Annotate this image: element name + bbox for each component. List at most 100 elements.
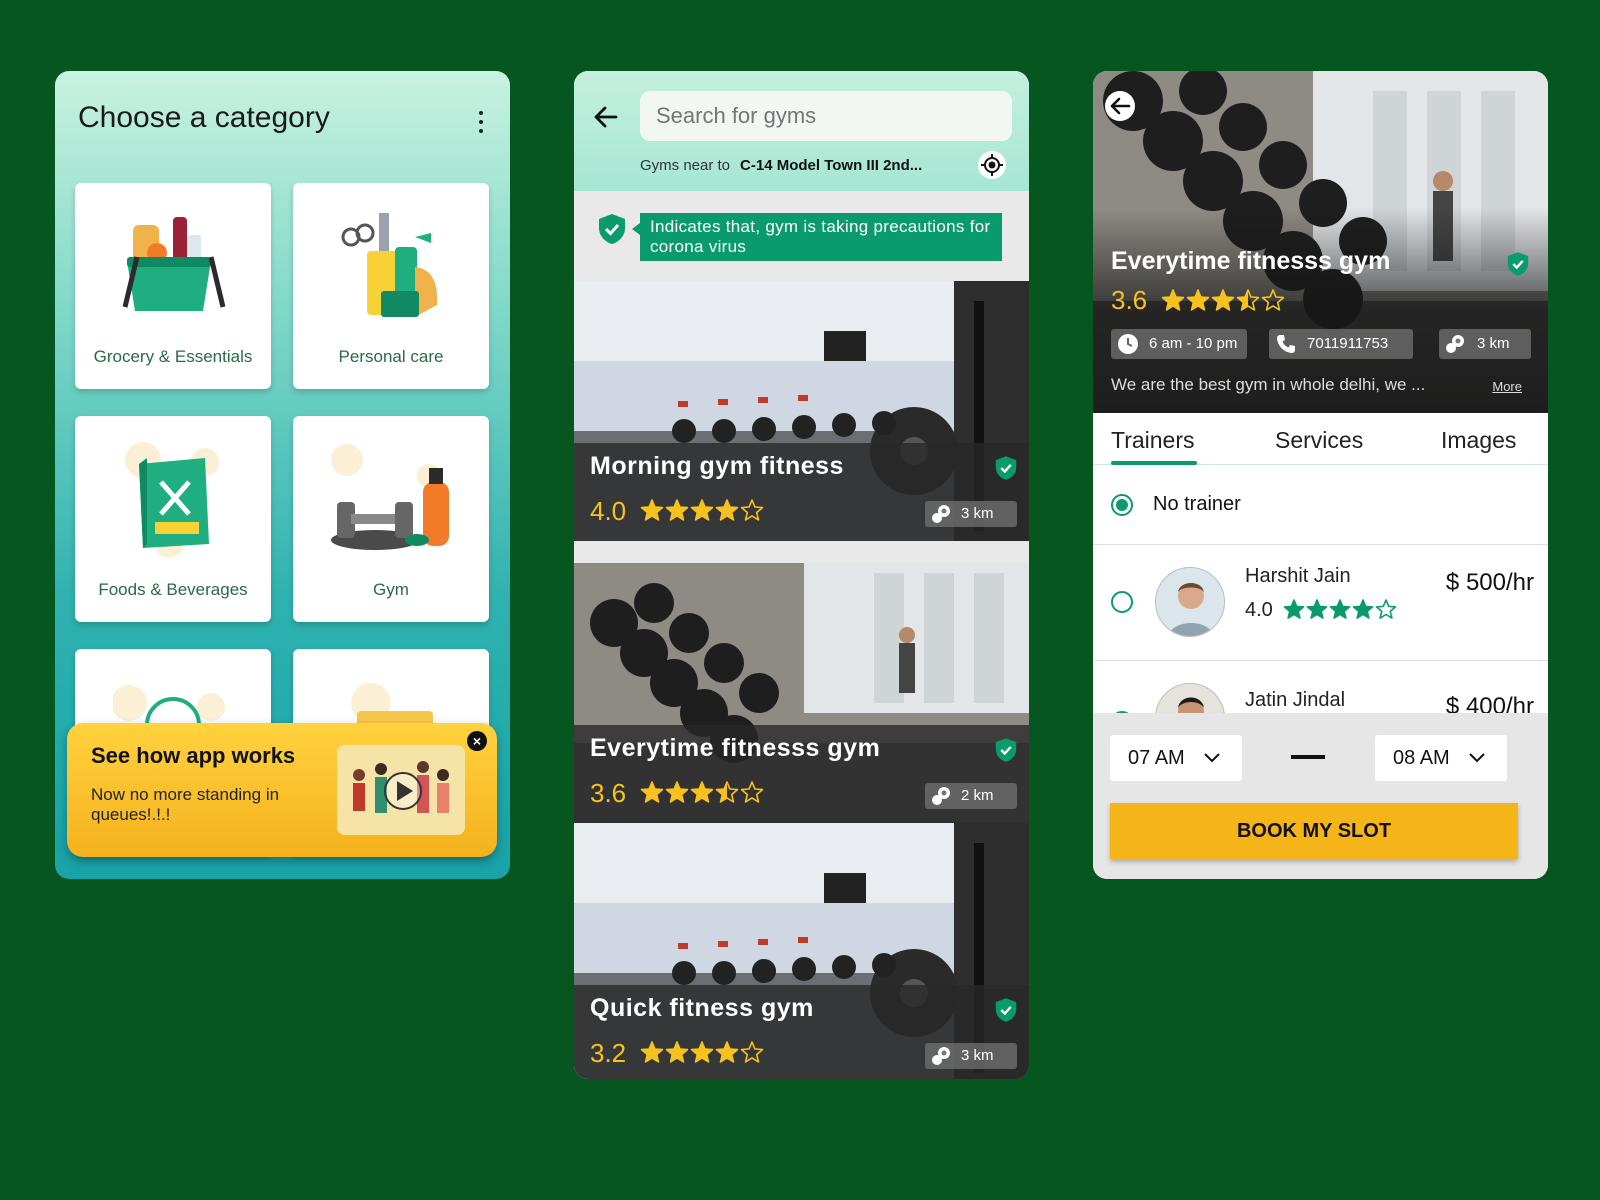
distance-text: 3 km xyxy=(1477,335,1510,352)
book-slot-button[interactable]: BOOK MY SLOT xyxy=(1110,803,1518,859)
page-title: Choose a category xyxy=(78,101,330,134)
star-icon xyxy=(1329,599,1351,619)
star-icon xyxy=(740,781,764,803)
phone-chip[interactable]: 7011911753 xyxy=(1269,329,1413,359)
no-trainer-label: No trainer xyxy=(1153,493,1241,515)
gym-card[interactable]: Everytime fitnesss gym 3.6 2 km xyxy=(574,563,1029,823)
trainer-option-none[interactable]: No trainer xyxy=(1093,465,1548,545)
grocery-basket-icon xyxy=(122,217,226,311)
category-label: Grocery & Essentials xyxy=(93,347,253,366)
people-illustration xyxy=(337,745,465,835)
star-icon xyxy=(665,499,689,521)
trainer-option[interactable]: Jatin Jindal $ 400/hr xyxy=(1093,661,1548,753)
gym-card[interactable]: Quick fitness gym 3.2 3 km xyxy=(574,823,1029,1079)
star-icon xyxy=(740,499,764,521)
trainer-price: $ 500/hr xyxy=(1445,569,1534,596)
gps-locate-icon[interactable] xyxy=(978,151,1006,179)
category-card-grocery[interactable]: Grocery & Essentials xyxy=(75,183,271,389)
tab-services[interactable]: Services xyxy=(1275,427,1363,454)
trainer-name: Harshit Jain xyxy=(1245,565,1351,587)
star-icon xyxy=(1211,289,1235,311)
gym-rating: 3.6 xyxy=(590,778,627,808)
gym-rating: 4.0 xyxy=(590,496,627,526)
more-menu-icon[interactable] xyxy=(478,111,484,135)
category-label: Personal care xyxy=(338,347,444,366)
promo-banner[interactable]: See how app works Now no more standing i… xyxy=(67,723,497,857)
search-header: Gyms near to C-14 Model Town III 2nd... xyxy=(574,71,1029,191)
time-range-separator xyxy=(1291,755,1325,759)
shield-check-icon xyxy=(995,456,1017,480)
gym-card[interactable]: Morning gym fitness 4.0 3 km xyxy=(574,281,1029,541)
shield-check-icon xyxy=(995,998,1017,1022)
shield-check-icon xyxy=(1507,252,1529,276)
more-link[interactable]: More xyxy=(1492,379,1522,394)
near-label: Gyms near to xyxy=(640,157,731,174)
back-arrow-icon[interactable] xyxy=(1105,91,1135,121)
promo-title: See how app works xyxy=(91,743,296,768)
detail-tabs: Trainers Services Images xyxy=(1093,413,1548,465)
rating-stars xyxy=(1283,599,1397,619)
booking-panel: 07 AM 08 AM BOOK MY SLOT xyxy=(1093,713,1548,879)
radio-unselected[interactable] xyxy=(1111,591,1133,613)
hero-shade xyxy=(1093,71,1548,413)
location-pin-icon xyxy=(932,1047,950,1065)
star-icon xyxy=(1161,289,1185,311)
trainer-rating: 4.0 xyxy=(1245,599,1273,621)
category-card-gym[interactable]: Gym xyxy=(293,416,489,622)
star-icon xyxy=(690,499,714,521)
search-input[interactable] xyxy=(640,91,1012,141)
gym-name: Everytime fitnesss gym xyxy=(1111,247,1391,275)
time-to-select[interactable]: 08 AM xyxy=(1375,735,1507,781)
personal-care-icon xyxy=(341,213,438,317)
star-icon xyxy=(1352,599,1374,619)
star-icon xyxy=(1236,289,1260,311)
star-icon xyxy=(665,781,689,803)
star-icon xyxy=(1261,289,1285,311)
distance-chip: 3 km xyxy=(1439,329,1531,359)
rating-stars xyxy=(640,1041,764,1063)
category-card-foods[interactable]: Foods & Beverages xyxy=(75,416,271,622)
hours-chip: 6 am - 10 pm xyxy=(1111,329,1247,359)
time-from-select[interactable]: 07 AM xyxy=(1110,735,1242,781)
star-icon xyxy=(690,1041,714,1063)
gym-name: Morning gym fitness xyxy=(590,452,844,480)
back-arrow-icon[interactable] xyxy=(592,103,620,131)
chevron-down-icon xyxy=(1204,753,1220,763)
star-icon xyxy=(1375,599,1397,619)
hours-text: 6 am - 10 pm xyxy=(1149,335,1238,352)
shield-check-icon xyxy=(995,738,1017,762)
shield-check-icon xyxy=(599,214,625,244)
trainer-name: Jatin Jindal xyxy=(1245,689,1346,711)
distance-text: 3 km xyxy=(961,505,994,522)
gym-description: We are the best gym in whole delhi, we .… xyxy=(1111,375,1426,394)
location-text[interactable]: C-14 Model Town III 2nd... xyxy=(740,157,922,174)
close-icon[interactable]: × xyxy=(467,731,487,751)
location-pin-icon xyxy=(932,505,950,523)
food-menu-icon xyxy=(125,442,219,558)
star-icon xyxy=(715,1041,739,1063)
rating-stars xyxy=(1161,289,1285,311)
gym-name: Quick fitness gym xyxy=(590,994,814,1022)
chevron-down-icon xyxy=(1469,753,1485,763)
radio-selected[interactable] xyxy=(1111,494,1133,516)
distance-badge: 3 km xyxy=(925,1043,1017,1069)
time-from-value: 07 AM xyxy=(1128,747,1185,769)
gym-list-screen: Gyms near to C-14 Model Town III 2nd... I… xyxy=(574,71,1029,1079)
trainer-option[interactable]: Harshit Jain 4.0 $ 500/hr xyxy=(1093,545,1548,661)
category-card-personal-care[interactable]: Personal care xyxy=(293,183,489,389)
star-icon xyxy=(640,1041,664,1063)
phone-text: 7011911753 xyxy=(1307,335,1389,352)
star-icon xyxy=(715,781,739,803)
distance-text: 2 km xyxy=(961,787,994,804)
star-icon xyxy=(1283,599,1305,619)
category-screen: Choose a category Grocery & Essentials P… xyxy=(55,71,510,879)
tab-images[interactable]: Images xyxy=(1441,427,1516,454)
gym-hero xyxy=(1093,71,1548,413)
category-label: Gym xyxy=(373,580,409,599)
dumbbell-icon xyxy=(331,444,449,550)
tab-trainers[interactable]: Trainers xyxy=(1111,427,1195,454)
promo-video-thumbnail[interactable] xyxy=(337,745,465,835)
trainer-photo xyxy=(1156,568,1224,636)
star-icon xyxy=(640,499,664,521)
clock-icon xyxy=(1118,334,1138,354)
